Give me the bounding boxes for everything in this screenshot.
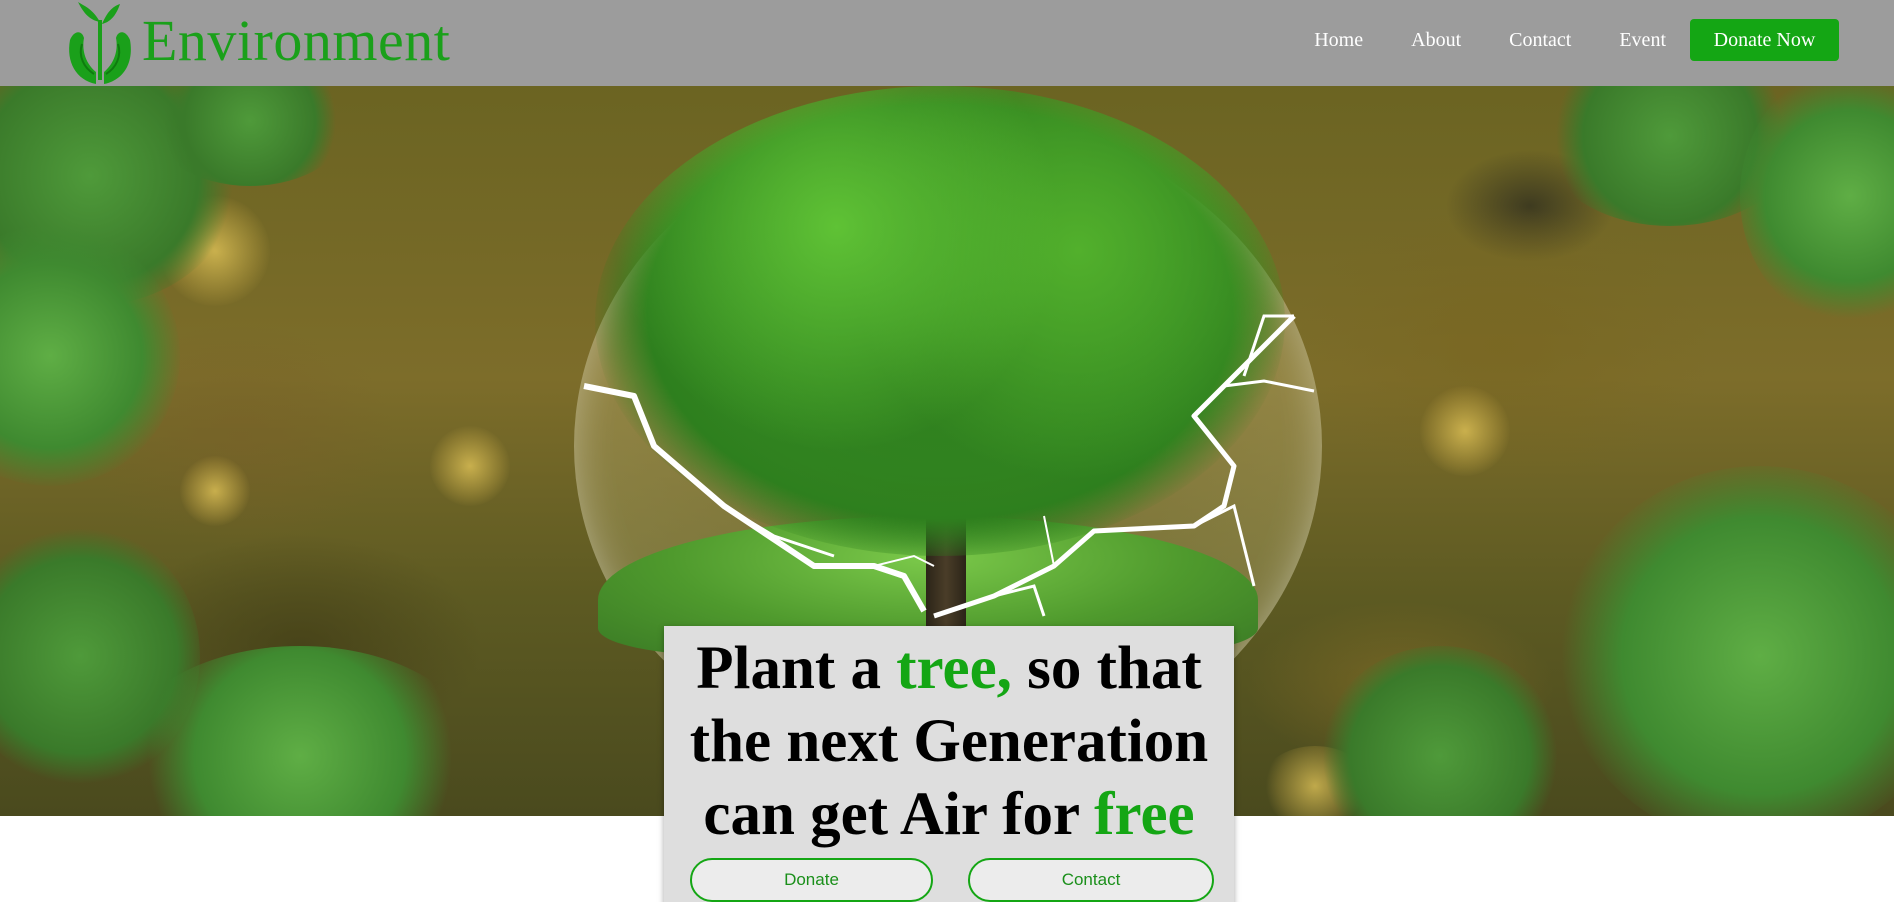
top-navbar: Environment Home About Contact Event Don…: [0, 0, 1894, 86]
nav-about[interactable]: About: [1411, 19, 1461, 61]
contact-button[interactable]: Contact: [968, 858, 1214, 902]
foliage: [1560, 466, 1894, 816]
bokeh-light: [430, 426, 510, 506]
slogan-card: Plant a tree, so that the next Generatio…: [664, 626, 1234, 902]
bokeh-light: [180, 456, 250, 526]
donate-button[interactable]: Donate: [690, 858, 933, 902]
headline-highlight-free: free: [1094, 781, 1195, 848]
brand-name: Environment: [142, 7, 451, 73]
brand[interactable]: Environment: [62, 0, 450, 86]
cta-buttons: Donate Contact: [690, 858, 1214, 902]
donate-now-button[interactable]: Donate Now: [1690, 19, 1839, 61]
foliage: [1320, 646, 1560, 816]
hero-headline: Plant a tree, so that the next Generatio…: [664, 632, 1234, 851]
headline-highlight-tree: tree,: [896, 635, 1012, 702]
nav-home[interactable]: Home: [1314, 19, 1363, 61]
foliage: [1740, 86, 1894, 326]
main-nav: Home About Contact Event Donate Now: [1314, 19, 1839, 61]
nav-contact[interactable]: Contact: [1509, 19, 1571, 61]
sprout-hands-icon: [69, 2, 131, 84]
nav-event[interactable]: Event: [1619, 19, 1666, 61]
glass-crack: [583, 314, 1315, 619]
headline-text: Plant a: [696, 635, 897, 702]
bokeh-light: [1420, 386, 1510, 476]
